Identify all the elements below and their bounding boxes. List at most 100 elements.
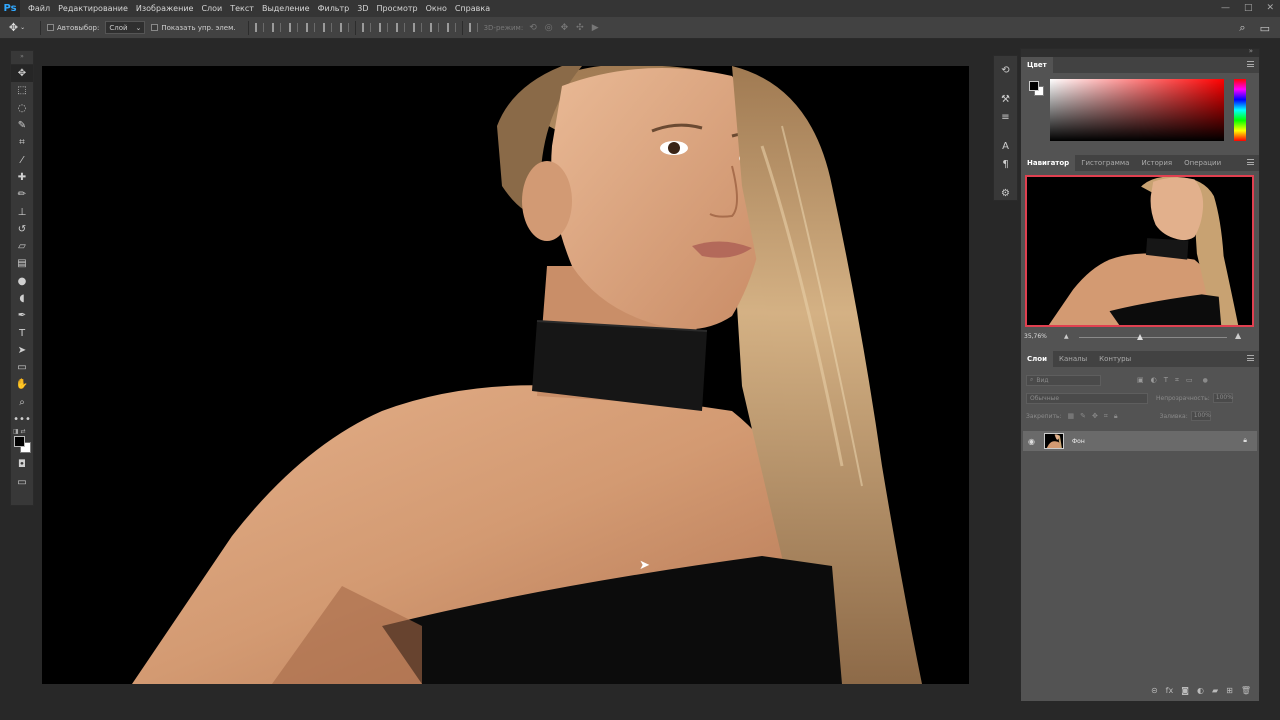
opacity-input[interactable]: 100% [1212,393,1233,403]
close-button[interactable]: ✕ [1266,0,1274,17]
tool-presets-icon[interactable]: ⚒ [998,93,1014,106]
foreground-color-swatch[interactable] [14,436,25,448]
minimize-button[interactable]: — [1221,0,1230,17]
healing-brush-tool-icon[interactable]: ✚ [11,169,33,186]
menu-3d[interactable]: 3D [353,0,372,17]
tab-layers[interactable]: Слои [1021,351,1053,367]
align-right-icon[interactable] [339,23,349,32]
brush-tool-icon[interactable]: ✏ [11,186,33,203]
align-vcenter-icon[interactable] [271,23,281,32]
tab-histogram[interactable]: Гистограмма [1075,155,1135,171]
blend-mode-dropdown[interactable]: Обычные [1026,392,1148,404]
more-tools-icon[interactable]: ••• [11,411,33,428]
lock-pixels-icon[interactable]: ▦ [1068,412,1075,421]
panel-menu-icon[interactable] [1247,355,1254,361]
new-layer-icon[interactable]: ⊞ [1226,686,1233,695]
menu-edit[interactable]: Редактирование [54,0,132,17]
character-icon[interactable]: A [998,140,1014,153]
new-group-icon[interactable]: ▰ [1212,686,1218,695]
zoom-out-icon[interactable]: ▲ [1064,333,1069,340]
crop-tool-icon[interactable]: ⌗ [11,134,33,151]
lock-paint-icon[interactable]: ✎ [1080,412,1086,421]
panel-menu-icon[interactable] [1247,159,1254,165]
gradient-tool-icon[interactable]: ▤ [11,255,33,272]
3d-roll-icon[interactable]: ◎ [545,23,553,33]
color-picker-field[interactable] [1050,79,1224,141]
lock-all-icon[interactable]: 🔒︎ [1114,412,1118,421]
zoom-slider[interactable] [1079,337,1227,338]
layer-row[interactable]: ◉ Фон 🔒︎ [1023,431,1257,451]
menu-view[interactable]: Просмотр [373,0,422,17]
menu-layers[interactable]: Слои [197,0,226,17]
3d-orbit-icon[interactable]: ⟲ [529,23,537,33]
quick-select-tool-icon[interactable]: ✎ [11,117,33,134]
move-tool-icon[interactable]: ✥ [11,65,33,83]
default-colors-icon[interactable]: ◨ ⇄ [13,428,26,435]
adjustment-layer-icon[interactable]: ◐ [1197,686,1204,695]
filter-pixel-icon[interactable]: ▣ [1137,376,1144,385]
add-mask-icon[interactable]: ◙ [1181,686,1189,695]
menu-type[interactable]: Текст [226,0,258,17]
brush-presets-icon[interactable]: ⟲ [998,64,1014,77]
align-bottom-icon[interactable] [288,23,298,32]
move-tool-preset-icon[interactable]: ✥ ⌄ [0,17,34,39]
hue-slider[interactable] [1234,79,1246,141]
3d-pan-icon[interactable]: ✥ [561,23,569,33]
clone-stamp-tool-icon[interactable]: ⊥ [11,203,33,220]
fx-icon[interactable]: fx [1166,686,1174,695]
zoom-tool-icon[interactable]: ⌕ [11,394,33,411]
dodge-tool-icon[interactable]: ◖ [11,290,33,307]
workspace-icon[interactable]: ▭ [1260,22,1270,35]
tab-navigator[interactable]: Навигатор [1021,155,1076,171]
filter-adjust-icon[interactable]: ◐ [1151,376,1157,385]
menu-help[interactable]: Справка [451,0,494,17]
lasso-tool-icon[interactable]: ◌ [11,100,33,117]
rectangle-tool-icon[interactable]: ▭ [11,359,33,376]
history-brush-tool-icon[interactable]: ↺ [11,221,33,238]
auto-align-icon[interactable] [468,23,478,32]
zoom-slider-handle[interactable] [1137,334,1143,340]
distribute-hcenter-icon[interactable] [429,23,439,32]
layer-search-input[interactable]: ⌕ Вид [1026,374,1101,386]
delete-layer-icon[interactable]: 🗑︎ [1241,686,1251,695]
type-tool-icon[interactable]: T [11,324,33,341]
3d-slide-icon[interactable]: ✣ [576,23,584,33]
filter-shape-icon[interactable]: ⌗ [1175,376,1179,385]
3d-camera-icon[interactable]: ▶ [592,23,599,33]
distribute-top-icon[interactable] [361,23,371,32]
search-icon[interactable]: ⌕ [1239,21,1245,35]
screen-mode-icon[interactable]: ▭ [11,474,33,491]
menu-image[interactable]: Изображение [132,0,198,17]
navigator-thumbnail[interactable] [1025,175,1254,327]
collapse-panels-icon[interactable]: » [1249,47,1253,55]
menu-file[interactable]: Файл [24,0,54,17]
properties-icon[interactable]: ⚙ [998,187,1014,200]
tab-history[interactable]: История [1135,155,1178,171]
panel-menu-icon[interactable] [1247,61,1254,67]
filter-toggle-icon[interactable]: ● [1203,377,1208,384]
document-canvas[interactable]: ➤ [42,66,969,684]
link-layers-icon[interactable]: ⊝ [1151,686,1158,695]
autoselect-dropdown[interactable]: Слой ⌄ [105,21,146,34]
pen-tool-icon[interactable]: ✒ [11,307,33,324]
quick-mask-icon[interactable]: ◘ [11,456,33,473]
paragraph-icon[interactable]: ¶ [998,158,1014,171]
autoselect-checkbox[interactable]: Автовыбор: [47,24,99,32]
hand-tool-icon[interactable]: ✋ [11,376,33,393]
blur-tool-icon[interactable]: ● [11,273,33,290]
eye-icon[interactable]: ◉ [1028,437,1038,446]
toolbar-collapse-icon[interactable]: » [11,51,33,65]
zoom-value[interactable]: 35,76% [1024,333,1047,340]
align-top-icon[interactable] [254,23,264,32]
distribute-bottom-icon[interactable] [395,23,405,32]
adjustments-icon[interactable]: ≡ [998,111,1014,124]
align-hcenter-icon[interactable] [322,23,332,32]
fill-input[interactable]: 100% [1190,411,1211,421]
zoom-in-icon[interactable]: ▲ [1235,331,1241,340]
filter-smart-icon[interactable]: ▭ [1186,376,1193,385]
menu-window[interactable]: Окно [422,0,451,17]
distribute-left-icon[interactable] [412,23,422,32]
tab-color[interactable]: Цвет [1021,57,1053,73]
menu-filter[interactable]: Фильтр [314,0,354,17]
lock-position-icon[interactable]: ✥ [1092,412,1098,421]
